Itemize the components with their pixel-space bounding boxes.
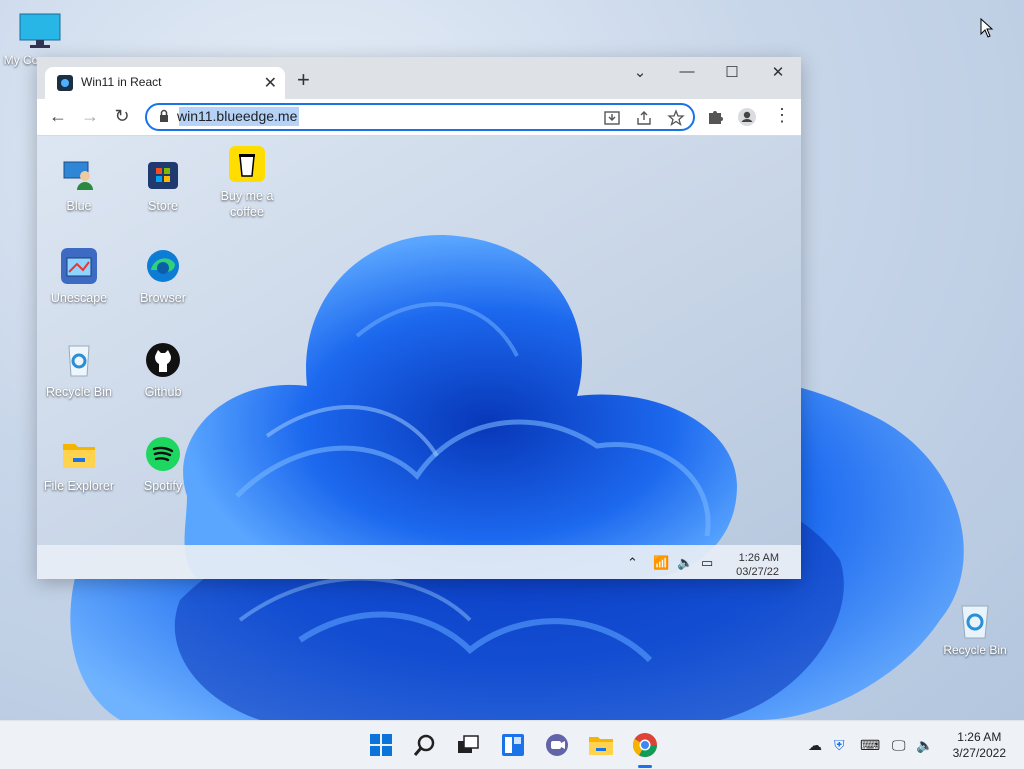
inner-clock[interactable]: 1:26 AM 03/27/22 xyxy=(736,551,779,579)
taskbar-clock[interactable]: 1:26 AM 3/27/2022 xyxy=(953,729,1006,761)
inner-icon-label: File Explorer xyxy=(43,479,115,493)
browser-window: Win11 in React ✕ + ⌄ — ☐ ✕ ← → ↻ win11.b… xyxy=(37,57,801,579)
cloud-offline-icon[interactable]: ☁ xyxy=(808,737,822,754)
inner-icon-label: Buy me a coffee xyxy=(220,189,274,219)
inner-icon-file-explorer[interactable]: File Explorer xyxy=(39,436,119,494)
more-menu-icon[interactable]: ⋮ xyxy=(773,105,793,125)
recycle-bin-icon xyxy=(68,345,90,377)
inner-icon-label: Spotify xyxy=(143,479,183,493)
desktop-icon-label: My Co xyxy=(3,53,39,67)
mouse-cursor-icon xyxy=(980,18,994,38)
minimize-button[interactable]: — xyxy=(672,63,702,80)
inner-icon-unescape[interactable]: Unescape xyxy=(39,248,119,306)
inner-icon-label: Unescape xyxy=(50,291,108,305)
blue-user-icon xyxy=(63,161,93,190)
tab-bar: Win11 in React ✕ + ⌄ — ☐ ✕ xyxy=(37,57,801,99)
inner-icon-label: Store xyxy=(148,199,178,213)
address-bar[interactable] xyxy=(145,103,695,131)
github-icon xyxy=(146,343,180,377)
edge-icon xyxy=(147,250,179,282)
install-app-icon[interactable] xyxy=(603,109,621,127)
lock-icon xyxy=(160,109,168,122)
browser-toolbar: ← → ↻ win11.blueedge.me ⋮ xyxy=(37,99,801,136)
maximize-button[interactable]: ☐ xyxy=(717,63,747,81)
inner-date: 03/27/22 xyxy=(736,566,779,578)
tab-favicon-icon xyxy=(57,75,73,91)
page-content: Blue Store Buy me a coffee Unescape Brow… xyxy=(37,136,801,579)
extensions-icon[interactable] xyxy=(705,107,725,127)
desktop-icon-label: Recycle Bin xyxy=(943,643,1007,657)
volume-icon[interactable]: 🔈 xyxy=(916,737,933,754)
inner-icon-github[interactable]: Github xyxy=(123,342,203,400)
search-icon[interactable] xyxy=(411,731,439,759)
back-button[interactable]: ← xyxy=(47,106,69,127)
inner-icon-coffee[interactable]: Buy me a coffee xyxy=(207,146,287,220)
inner-icon-label: Recycle Bin xyxy=(46,385,112,399)
close-button[interactable]: ✕ xyxy=(763,63,793,81)
reload-button[interactable]: ↻ xyxy=(111,106,133,127)
inner-icon-store[interactable]: Store xyxy=(123,156,203,214)
chevron-up-icon[interactable]: ⌃ xyxy=(627,555,638,571)
teams-chat-icon[interactable] xyxy=(543,731,571,759)
task-view-icon[interactable] xyxy=(454,731,482,759)
chrome-icon[interactable] xyxy=(631,731,659,759)
wifi-icon[interactable]: 📶 xyxy=(653,555,669,571)
url-input[interactable] xyxy=(177,107,557,125)
inner-icon-browser[interactable]: Browser xyxy=(123,248,203,306)
coffee-icon xyxy=(229,146,265,182)
taskbar-time: 1:26 AM xyxy=(957,730,1002,744)
tab-close-icon[interactable]: ✕ xyxy=(264,73,277,93)
folder-icon xyxy=(63,444,95,468)
inner-time: 1:26 AM xyxy=(738,552,779,564)
inner-taskbar: ⌃ 📶 🔈 ▭ 1:26 AM 03/27/22 xyxy=(37,545,801,579)
inner-icon-label: Blue xyxy=(66,199,92,213)
inner-icon-recycle-bin[interactable]: Recycle Bin xyxy=(39,342,119,400)
inner-icon-label: Github xyxy=(144,385,182,399)
network-icon[interactable]: 🖵 xyxy=(892,737,906,754)
file-explorer-icon[interactable] xyxy=(587,731,615,759)
security-shield-icon[interactable]: ⛨ xyxy=(834,737,845,754)
battery-icon[interactable]: ▭ xyxy=(701,555,713,571)
keyboard-icon[interactable]: ⌨ xyxy=(860,737,880,754)
chevron-down-icon[interactable]: ⌄ xyxy=(625,63,655,81)
profile-icon[interactable] xyxy=(737,107,757,127)
recycle-bin-icon xyxy=(961,605,989,639)
inner-icon-blue[interactable]: Blue xyxy=(39,156,119,214)
store-icon xyxy=(148,162,178,189)
share-icon[interactable] xyxy=(635,109,653,127)
tab-title: Win11 in React xyxy=(81,75,162,89)
new-tab-button[interactable]: + xyxy=(297,69,310,91)
spotify-icon xyxy=(146,437,180,471)
taskbar-date: 3/27/2022 xyxy=(952,746,1006,760)
star-icon[interactable] xyxy=(667,109,685,127)
inner-icon-label: Browser xyxy=(140,291,186,305)
volume-icon[interactable]: 🔈 xyxy=(677,555,693,571)
monitor-icon xyxy=(19,13,61,48)
unescape-icon xyxy=(61,248,97,284)
forward-button[interactable]: → xyxy=(79,106,101,127)
browser-tab[interactable]: Win11 in React ✕ xyxy=(45,67,285,99)
desktop-icon-recycle-bin[interactable]: Recycle Bin xyxy=(940,600,1010,657)
inner-icon-spotify[interactable]: Spotify xyxy=(123,436,203,494)
widgets-icon[interactable] xyxy=(499,731,527,759)
start-icon[interactable] xyxy=(367,731,395,759)
taskbar: ☁ ⛨ ⌨ 🖵 🔈 1:26 AM 3/27/2022 xyxy=(0,720,1024,769)
